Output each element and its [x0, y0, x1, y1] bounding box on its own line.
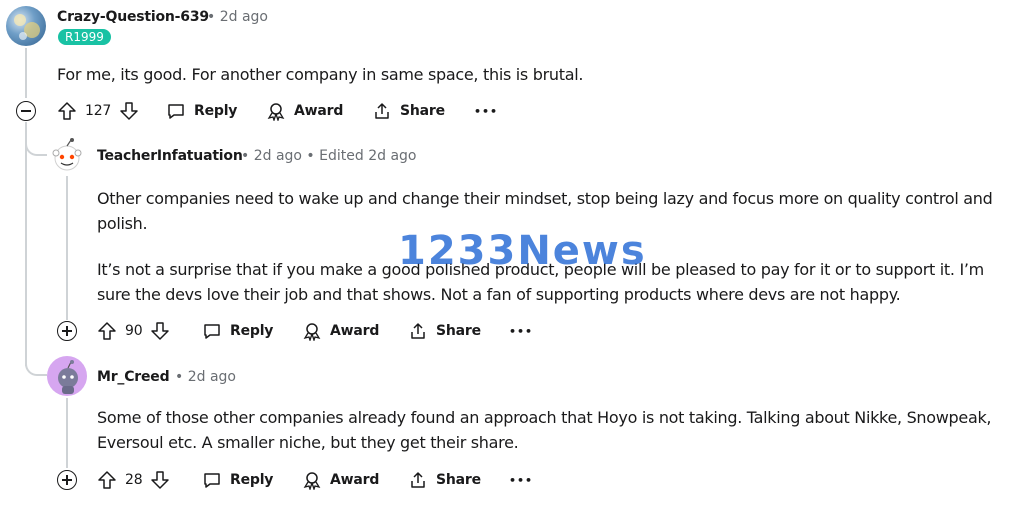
vote-group: 28 — [97, 468, 170, 492]
comment-author[interactable]: TeacherInfatuation — [97, 148, 243, 164]
comment-bubble-icon — [204, 473, 220, 488]
reddit-snoo-icon — [52, 138, 82, 171]
award-button[interactable]: Award — [302, 319, 379, 343]
comment-bubble-icon — [168, 104, 184, 119]
comment-paragraph: Other companies need to wake up and chan… — [97, 189, 993, 233]
share-button[interactable]: Share — [408, 468, 481, 492]
avatar[interactable] — [47, 356, 87, 396]
more-options-button[interactable]: ••• — [474, 99, 498, 123]
upvote-icon[interactable] — [57, 101, 77, 121]
share-button[interactable]: Share — [408, 319, 481, 343]
downvote-icon[interactable] — [150, 321, 170, 341]
reply-button[interactable]: Reply — [166, 99, 237, 123]
thread-line-reply-2[interactable] — [66, 398, 68, 468]
reply-button[interactable]: Reply — [202, 468, 273, 492]
avatar-image-icon — [14, 14, 40, 40]
thread-connector-1 — [25, 140, 47, 156]
thread-connector-3 — [25, 360, 47, 376]
vote-group: 127 — [57, 99, 139, 123]
comment-timestamp[interactable]: • 2d ago • Edited 2d ago — [241, 148, 416, 164]
comment-paragraph: It’s not a surprise that if you make a g… — [97, 260, 984, 304]
minus-icon — [21, 110, 31, 112]
avatar[interactable] — [6, 6, 46, 46]
comment-author[interactable]: Crazy-Question-639 — [57, 9, 209, 25]
downvote-icon[interactable] — [119, 101, 139, 121]
expand-button[interactable] — [57, 470, 77, 490]
award-icon — [267, 103, 285, 121]
share-icon — [375, 103, 389, 119]
award-button[interactable]: Award — [302, 468, 379, 492]
thread-line-reply[interactable] — [66, 176, 68, 320]
comment-text: For me, its good. For another company in… — [57, 65, 584, 84]
comment-author[interactable]: Mr_Creed — [97, 369, 170, 385]
share-icon — [411, 323, 425, 339]
award-icon — [303, 472, 321, 490]
comment-timestamp[interactable]: • 2d ago — [175, 369, 236, 385]
expand-button[interactable] — [57, 321, 77, 341]
vote-group: 90 — [97, 319, 170, 343]
reddit-snoo-icon — [58, 360, 78, 394]
comment-timestamp[interactable]: • 2d ago — [207, 9, 268, 25]
plus-icon — [62, 475, 72, 485]
upvote-icon[interactable] — [97, 321, 117, 341]
avatar[interactable] — [48, 136, 86, 174]
thread-connector-2 — [25, 156, 27, 366]
thread-line-main[interactable] — [25, 48, 27, 98]
user-flair: R1999 — [58, 29, 111, 45]
plus-icon — [62, 326, 72, 336]
vote-count: 28 — [125, 472, 143, 488]
award-icon — [303, 323, 321, 341]
vote-count: 90 — [125, 323, 143, 339]
collapse-button[interactable] — [16, 101, 36, 121]
upvote-icon[interactable] — [97, 470, 117, 490]
award-button[interactable]: Award — [266, 99, 343, 123]
vote-count: 127 — [85, 103, 112, 119]
downvote-icon[interactable] — [150, 470, 170, 490]
more-options-button[interactable]: ••• — [509, 319, 533, 343]
share-button[interactable]: Share — [372, 99, 445, 123]
comment-bubble-icon — [204, 324, 220, 339]
share-icon — [411, 472, 425, 488]
reply-button[interactable]: Reply — [202, 319, 273, 343]
comment-text: Some of those other companies already fo… — [97, 408, 992, 452]
more-options-button[interactable]: ••• — [509, 468, 533, 492]
